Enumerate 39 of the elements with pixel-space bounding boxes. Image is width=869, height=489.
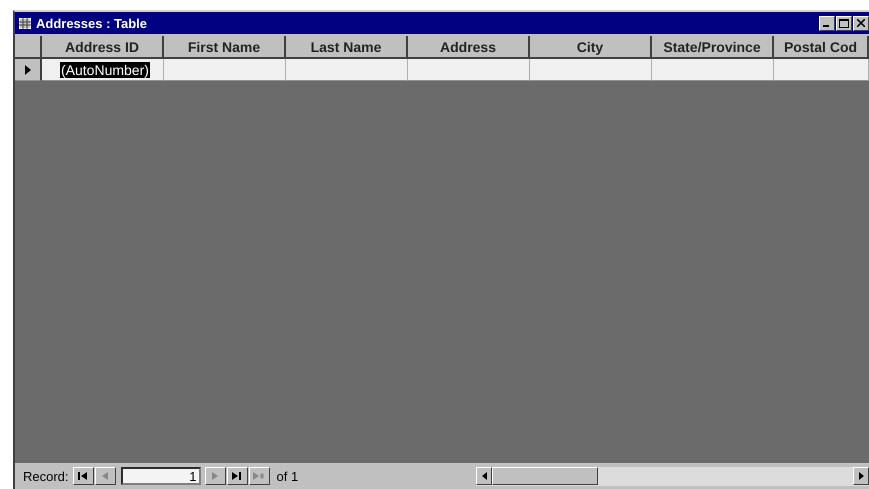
new-record-icon [253, 472, 266, 480]
column-header[interactable]: Last Name [286, 36, 408, 59]
last-record-button[interactable] [226, 467, 248, 485]
record-number-field[interactable]: 1 [120, 467, 201, 485]
close-icon [857, 19, 865, 27]
table-cell[interactable] [164, 59, 286, 81]
window-title: Addresses : Table [36, 16, 148, 30]
table-cell[interactable]: (AutoNumber) [42, 59, 164, 81]
record-label: Record: [23, 468, 69, 484]
cell-value: (AutoNumber) [60, 62, 150, 78]
column-header[interactable]: First Name [164, 36, 286, 59]
minimize-button[interactable] [819, 16, 835, 30]
right-triangle-icon [858, 472, 864, 480]
scroll-left-button[interactable] [476, 467, 492, 485]
left-triangle-icon [102, 472, 108, 480]
column-header[interactable]: Postal Cod [774, 36, 869, 59]
table-cell[interactable] [286, 59, 408, 81]
last-record-icon [232, 472, 242, 480]
horizontal-scrollbar[interactable] [476, 466, 869, 486]
table-cell[interactable] [408, 59, 530, 81]
scroll-right-button[interactable] [853, 467, 869, 485]
table-cell[interactable] [652, 59, 774, 81]
row-selector[interactable] [15, 59, 42, 81]
right-triangle-icon [212, 472, 218, 480]
maximize-icon [839, 18, 849, 28]
table-cell[interactable] [530, 59, 652, 81]
column-header[interactable]: State/Province [652, 36, 774, 59]
left-triangle-icon [482, 472, 487, 480]
column-header[interactable]: Address ID [42, 36, 164, 59]
record-count: of 1 [276, 468, 298, 484]
column-header[interactable]: City [530, 36, 652, 59]
maximize-button[interactable] [836, 16, 852, 30]
table-cell[interactable] [774, 59, 869, 81]
scroll-thumb[interactable] [492, 467, 598, 485]
close-button[interactable] [853, 16, 869, 30]
column-header[interactable]: Address [408, 36, 530, 59]
table-icon [19, 18, 31, 28]
first-record-button[interactable] [72, 467, 94, 485]
first-record-icon [78, 472, 88, 480]
